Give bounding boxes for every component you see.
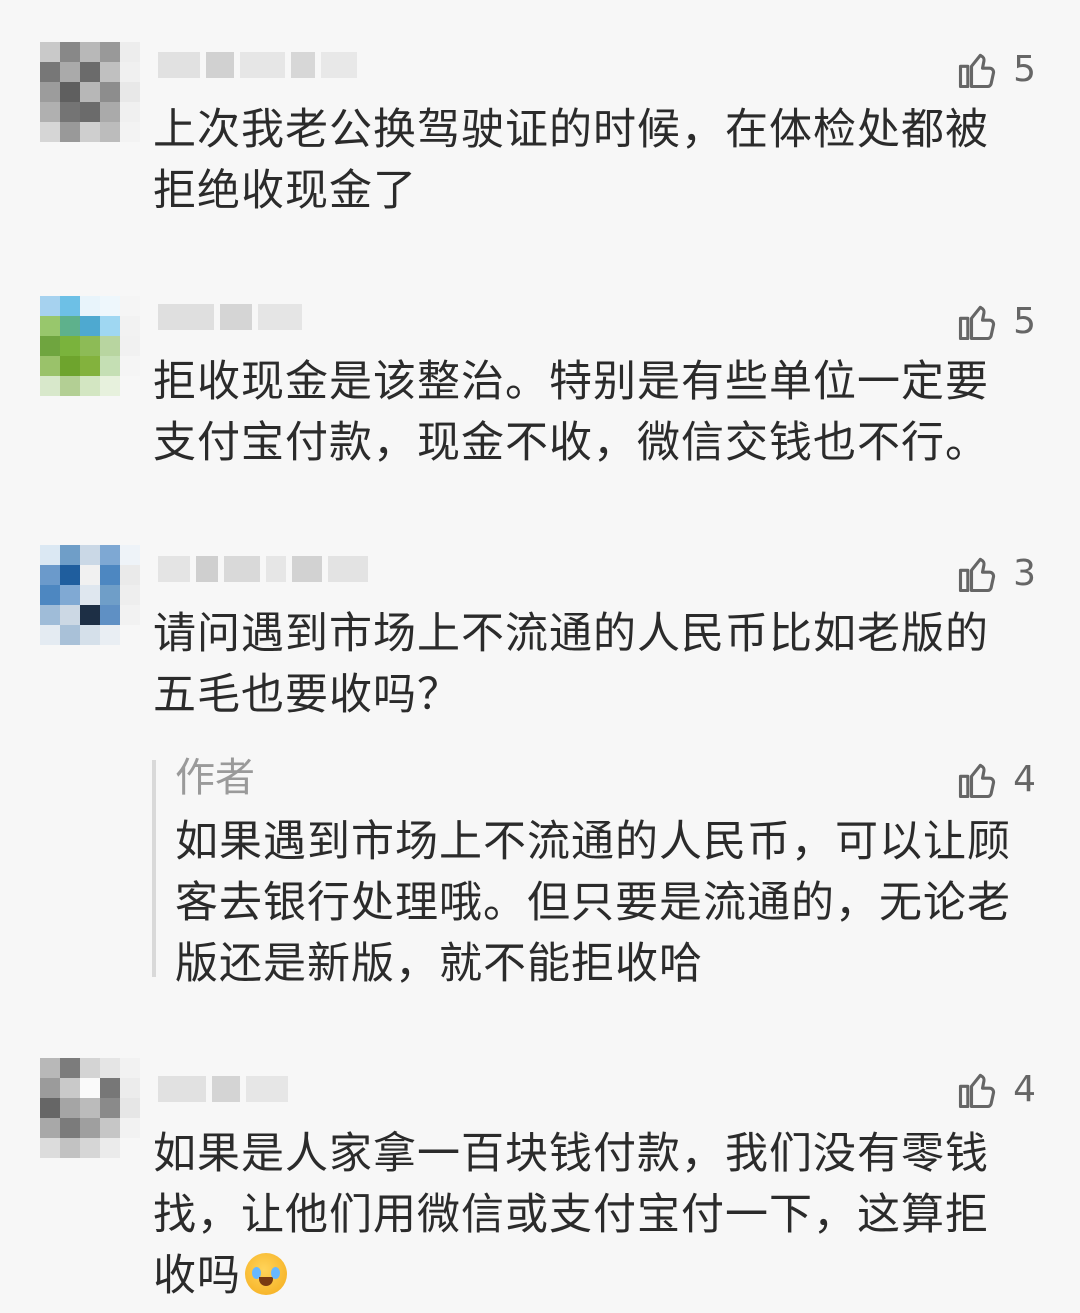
comment-line: 拒收现金是该整治。特别是有些单位一定要 <box>153 357 989 407</box>
comment-line: 收吗 <box>153 1246 1013 1307</box>
username-blurred[interactable] <box>158 552 368 586</box>
like-count: 3 <box>1013 553 1036 594</box>
avatar[interactable] <box>40 42 140 142</box>
comment-line: 请问遇到市场上不流通的人民币比如老版的 <box>153 609 989 659</box>
like-button[interactable]: 4 <box>955 1068 1036 1112</box>
like-count: 5 <box>1013 49 1036 90</box>
like-count: 5 <box>1013 301 1036 342</box>
comment-line-text: 收吗 <box>153 1251 241 1301</box>
username-blurred[interactable] <box>158 1072 288 1106</box>
reply-text: 如果遇到市场上不流通的人民币，可以让顾 客去银行处理哦。但只要是流通的，无论老 … <box>175 812 1035 995</box>
comment-line: 支付宝付款，现金不收，微信交钱也不行。 <box>153 418 989 468</box>
like-button[interactable]: 5 <box>955 300 1036 344</box>
reply-line: 如果遇到市场上不流通的人民币，可以让顾 <box>175 817 1011 867</box>
like-button[interactable]: 5 <box>955 48 1036 92</box>
reply-line: 版还是新版，就不能拒收哈 <box>175 939 703 989</box>
avatar[interactable] <box>40 296 140 396</box>
reply-divider <box>152 760 156 977</box>
avatar[interactable] <box>40 545 140 645</box>
thumbs-up-icon <box>959 1073 996 1109</box>
like-button[interactable]: 3 <box>955 552 1036 596</box>
reply-line: 客去银行处理哦。但只要是流通的，无论老 <box>175 878 1011 928</box>
comment-line: 五毛也要收吗？ <box>153 670 461 720</box>
reply-like-button[interactable]: 4 <box>955 758 1036 802</box>
crying-laughing-emoji-icon <box>245 1253 287 1295</box>
comment-text: 如果是人家拿一百块钱付款，我们没有零钱 找，让他们用微信或支付宝付一下，这算拒 … <box>153 1124 1013 1307</box>
thumbs-up-icon <box>959 763 996 799</box>
comment-line: 如果是人家拿一百块钱付款，我们没有零钱 <box>153 1129 989 1179</box>
comment-text: 上次我老公换驾驶证的时候，在体检处都被 拒绝收现金了 <box>153 100 1013 222</box>
comment-line: 上次我老公换驾驶证的时候，在体检处都被 <box>153 105 989 155</box>
comment-line: 拒绝收现金了 <box>153 166 417 216</box>
comment-text: 请问遇到市场上不流通的人民币比如老版的 五毛也要收吗？ <box>153 604 1013 726</box>
like-count: 4 <box>1013 1069 1036 1110</box>
avatar[interactable] <box>40 1058 140 1158</box>
thumbs-up-icon <box>959 305 996 341</box>
username-blurred[interactable] <box>158 300 302 334</box>
reply-author-label[interactable]: 作者 <box>175 752 255 804</box>
thumbs-up-icon <box>959 53 996 89</box>
username-blurred[interactable] <box>158 48 357 82</box>
comment-text: 拒收现金是该整治。特别是有些单位一定要 支付宝付款，现金不收，微信交钱也不行。 <box>153 352 1013 474</box>
thumbs-up-icon <box>959 557 996 593</box>
comment-line: 找，让他们用微信或支付宝付一下，这算拒 <box>153 1190 989 1240</box>
like-count: 4 <box>1013 759 1036 800</box>
